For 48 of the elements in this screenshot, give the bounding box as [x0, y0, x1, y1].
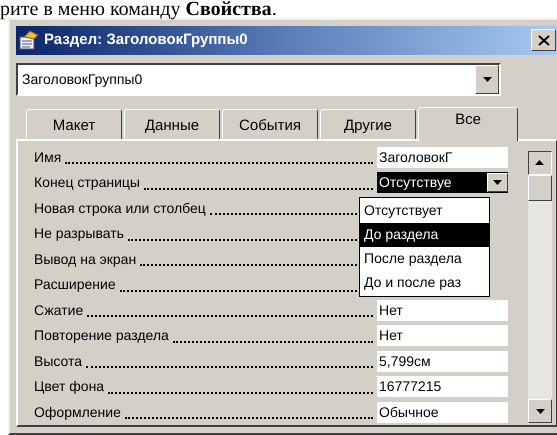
property-value-field[interactable]: 5,799см	[377, 350, 508, 372]
dropdown-button[interactable]	[475, 64, 499, 94]
property-value-field[interactable]: 16777215	[377, 376, 508, 398]
property-value-field[interactable]: ЗаголовокГ	[377, 146, 508, 168]
tab[interactable]: Макет	[26, 108, 122, 139]
property-value-field[interactable]: Нет	[377, 325, 508, 346]
property-value: Обычное	[378, 402, 439, 422]
property-value: Нет	[378, 326, 403, 346]
property-label: Повторение раздела	[34, 326, 169, 346]
property-label: Имя	[34, 148, 62, 167]
tab[interactable]: Другие	[320, 108, 416, 139]
property-value: ЗаголовокГ	[378, 148, 452, 167]
property-label: Высота	[34, 352, 82, 371]
property-value: 16777215	[378, 377, 442, 396]
dropdown-option[interactable]: До раздела	[360, 222, 489, 247]
property-label: Не разрывать	[34, 224, 124, 244]
scrollbar[interactable]	[528, 150, 552, 424]
up-arrow-icon	[536, 160, 544, 166]
caret-icon	[482, 76, 492, 82]
property-label: Конец страницы	[34, 173, 140, 192]
object-selector-value: ЗаголовокГруппы0	[21, 70, 142, 89]
property-label: Расширение	[34, 275, 116, 294]
down-arrow-icon	[536, 408, 544, 414]
document-text: рите в меню команду Свойства.	[0, 0, 278, 18]
scroll-up-button[interactable]	[528, 150, 552, 175]
property-value: Отсутствуе	[378, 173, 452, 192]
property-value: Нет	[378, 300, 403, 320]
scroll-down-button[interactable]	[528, 399, 552, 424]
property-label: Вывод на экран	[34, 250, 136, 269]
tab[interactable]: Данные	[124, 108, 220, 139]
close-icon	[538, 34, 550, 46]
property-value-field[interactable]: Нет	[377, 300, 508, 321]
close-button[interactable]	[531, 29, 556, 52]
caret-icon	[493, 180, 502, 186]
property-label: Новая строка или столбец	[34, 198, 206, 218]
property-value: 5,799см	[378, 352, 431, 371]
tab[interactable]: Все	[418, 106, 518, 141]
properties-icon	[18, 29, 40, 52]
property-label: Цвет фона	[34, 377, 104, 396]
property-label: Оформление	[34, 402, 121, 422]
window-title: Раздел: ЗаголовокГруппы0	[44, 30, 248, 50]
dropdown-button[interactable]	[487, 173, 508, 192]
tab[interactable]: События	[222, 108, 318, 139]
property-value-field[interactable]: Обычное	[377, 402, 508, 423]
object-selector[interactable]: ЗаголовокГруппы0	[16, 62, 501, 96]
scroll-thumb[interactable]	[528, 174, 552, 201]
property-label: Сжатие	[34, 300, 84, 320]
property-value-field[interactable]: Отсутствуе	[377, 172, 508, 194]
